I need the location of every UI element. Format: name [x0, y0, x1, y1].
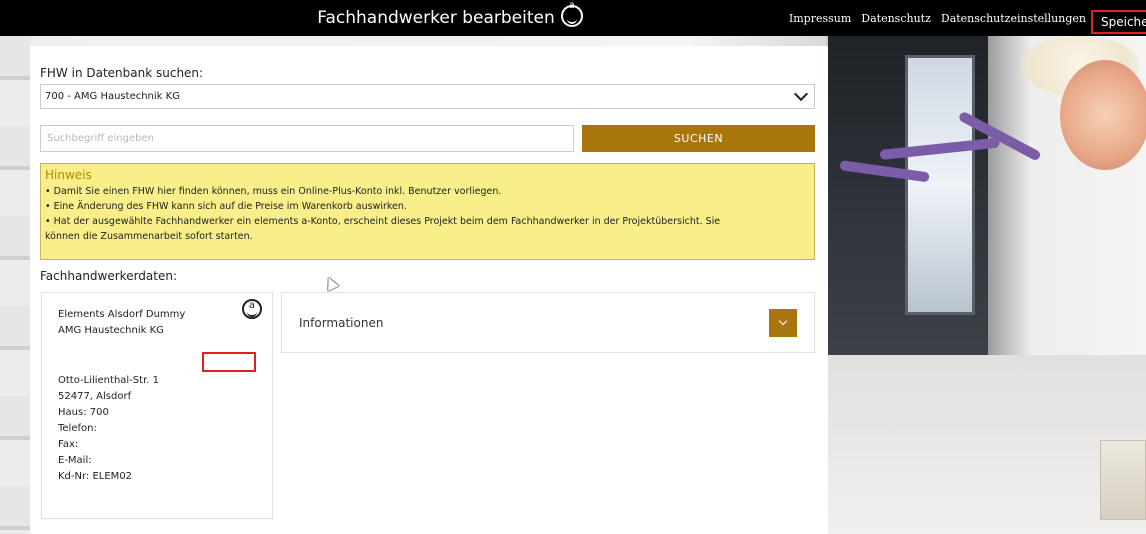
craftsman-street: Otto-Lilienthal-Str. 1 [58, 375, 159, 386]
search-input[interactable] [40, 125, 574, 152]
impressum-link[interactable]: Impressum [789, 12, 851, 25]
craftsman-city: 52477, Alsdorf [58, 391, 132, 402]
hint-title: Hinweis [45, 168, 92, 182]
save-button[interactable]: Speichern [1091, 10, 1146, 34]
informationen-title: Informationen [299, 316, 384, 330]
craftsman-customer-number: Kd-Nr: ELEM02 [58, 471, 133, 482]
craftsman-data-label: Fachhandwerkerdaten: [40, 269, 178, 283]
craftsman-email: E-Mail: [58, 455, 92, 466]
hint-line: • Hat der ausgewählte Fachhandwerker ein… [45, 216, 721, 227]
craftsman-house: Haus: 700 [58, 407, 109, 418]
background-left [0, 36, 30, 534]
search-db-label: FHW in Datenbank suchen: [40, 66, 204, 80]
craftsman-phone: Telefon: [58, 423, 97, 434]
chevron-down-icon [778, 316, 788, 326]
background-window [905, 55, 975, 315]
page-title: Fachhandwerker bearbeiten [317, 8, 555, 28]
top-bar: Fachhandwerker bearbeiten Impressum Date… [0, 0, 1146, 36]
craftsman-fax: Fax: [58, 439, 79, 450]
craftsman-card: Elements Alsdorf Dummy AMG Haustechnik K… [41, 292, 273, 519]
expand-button[interactable] [769, 309, 797, 337]
datenschutzeinstellungen-link[interactable]: Datenschutzeinstellungen [941, 12, 1086, 25]
search-button[interactable]: SUCHEN [582, 125, 815, 152]
background-rose [1060, 60, 1146, 170]
background-glass [1100, 440, 1146, 520]
brand-logo-icon [242, 299, 262, 319]
brand-logo-icon [560, 0, 583, 27]
hint-box: Hinweis • Damit Sie einen FHW hier finde… [40, 163, 815, 260]
mouse-cursor-icon [323, 275, 339, 291]
datenschutz-link[interactable]: Datenschutz [861, 12, 931, 25]
craftsman-select[interactable]: 700 - AMG Haustechnik KG [40, 84, 815, 109]
hint-line: • Damit Sie einen FHW hier finden können… [45, 186, 502, 197]
craftsman-company: AMG Haustechnik KG [58, 325, 164, 336]
informationen-accordion[interactable]: Informationen [281, 292, 815, 353]
highlight-box[interactable] [202, 352, 256, 372]
craftsman-name: Elements Alsdorf Dummy [58, 309, 186, 320]
chevron-down-icon [793, 86, 809, 102]
background-sink [828, 355, 1146, 534]
hint-line: • Eine Änderung des FHW kann sich auf di… [45, 201, 407, 212]
main-panel: FHW in Datenbank suchen: 700 - AMG Haust… [30, 46, 828, 534]
craftsman-select-value: 700 - AMG Haustechnik KG [45, 91, 180, 102]
top-links: Impressum Datenschutz Datenschutzeinstel… [789, 0, 1086, 36]
hint-line: können die Zusammenarbeit sofort starten… [45, 231, 253, 242]
page-title-container: Fachhandwerker bearbeiten [0, 0, 900, 36]
